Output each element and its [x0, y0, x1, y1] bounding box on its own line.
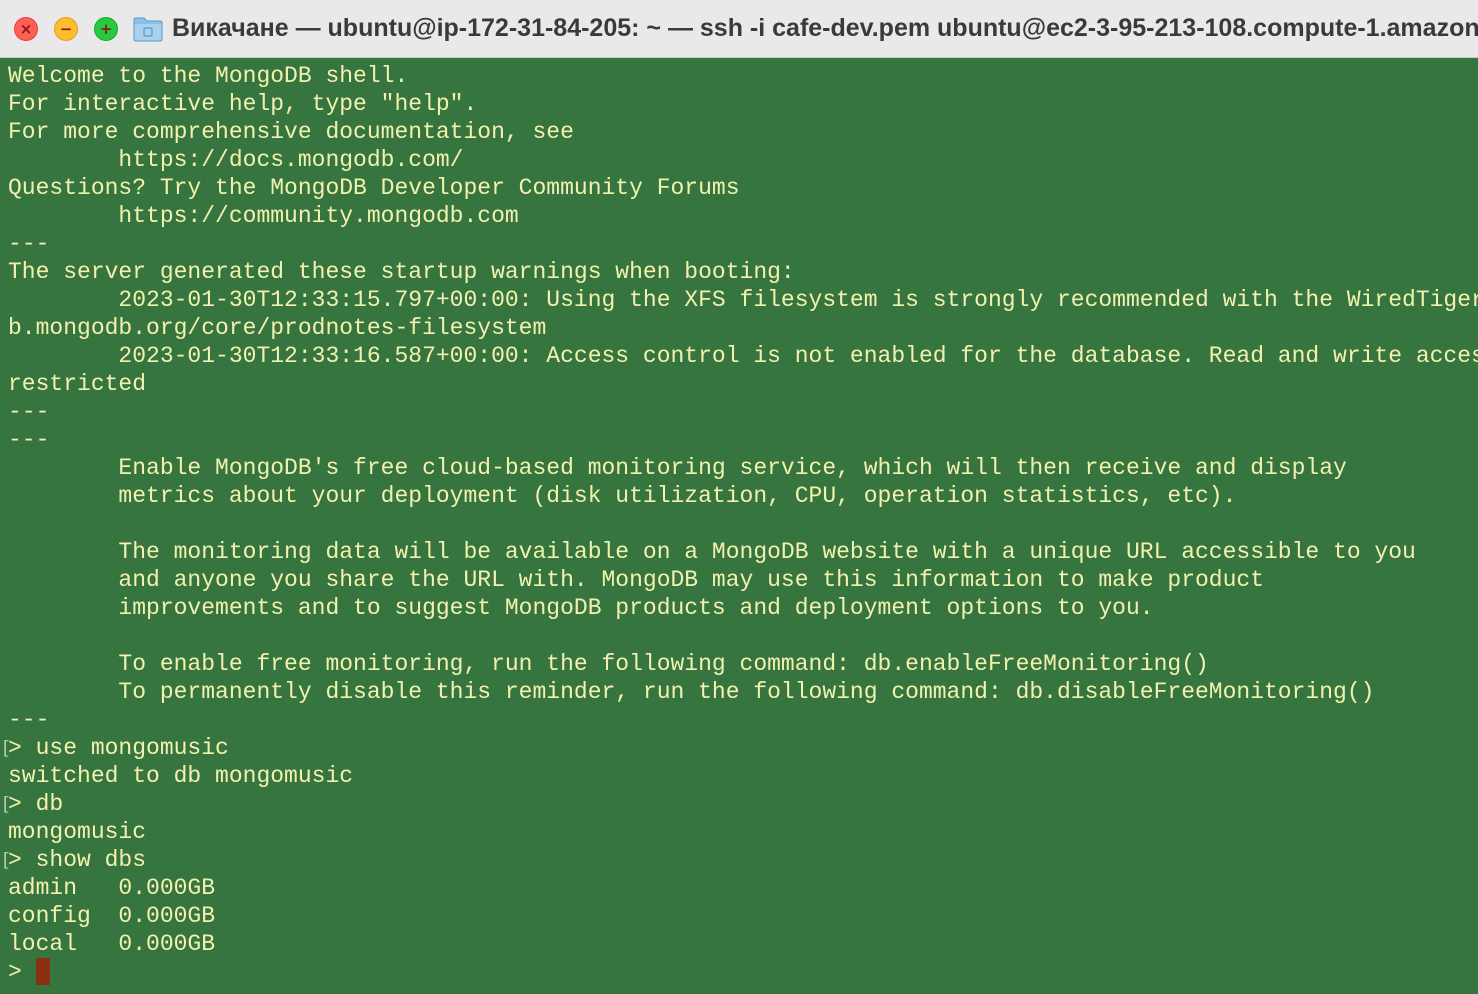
zoom-icon: + [99, 20, 113, 38]
terminal-line: The server generated these startup warni… [8, 259, 795, 285]
terminal-line: restricted [8, 371, 147, 397]
terminal-line: b.mongodb.org/core/prodnotes-filesystem [8, 315, 547, 341]
terminal-line: and anyone you share the URL with. Mongo… [8, 567, 1265, 593]
prompt-mark: [ [0, 793, 12, 815]
folder-icon [133, 17, 163, 42]
terminal-line: --- [8, 231, 50, 257]
terminal-line: --- [8, 427, 50, 453]
terminal-line: mongomusic [8, 819, 147, 845]
terminal-line: metrics about your deployment (disk util… [8, 483, 1237, 509]
terminal-line: --- [8, 707, 50, 733]
zoom-button[interactable]: + [94, 17, 118, 41]
terminal-window: × − + Викачане — ubuntu@ip-172-31-84-205… [0, 0, 1478, 994]
terminal-line: To enable free monitoring, run the follo… [8, 651, 1209, 677]
terminal-line: For interactive help, type "help". [8, 91, 478, 117]
terminal-line: --- [8, 399, 50, 425]
prompt-mark: [ [0, 849, 12, 871]
terminal-line: Questions? Try the MongoDB Developer Com… [8, 175, 740, 201]
terminal-line: https://docs.mongodb.com/ [8, 147, 464, 173]
terminal-line: To permanently disable this reminder, ru… [8, 679, 1375, 705]
text-cursor [36, 958, 50, 985]
terminal-line: config 0.000GB [8, 903, 216, 929]
close-button[interactable]: × [14, 17, 38, 41]
terminal-output[interactable]: Welcome to the MongoDB shell. For interac… [0, 59, 1478, 994]
terminal-line: Enable MongoDB's free cloud-based monito… [8, 455, 1347, 481]
terminal-line: Welcome to the MongoDB shell. [8, 63, 409, 89]
terminal-line: 2023-01-30T12:33:16.587+00:00: Access co… [118, 343, 1478, 369]
terminal-line: > [8, 959, 36, 985]
terminal-line: > show dbs [8, 847, 147, 873]
terminal-line: switched to db mongomusic [8, 763, 354, 789]
window-title: Викачане — ubuntu@ip-172-31-84-205: ~ — … [172, 14, 1478, 42]
terminal-line: The monitoring data will be available on… [8, 539, 1416, 565]
prompt-mark: [ [0, 737, 12, 759]
title-bar[interactable]: × − + Викачане — ubuntu@ip-172-31-84-205… [0, 0, 1478, 58]
terminal-line: > db [8, 791, 64, 817]
close-icon: × [19, 20, 33, 38]
terminal-line: improvements and to suggest MongoDB prod… [8, 595, 1154, 621]
terminal-line: admin 0.000GB [8, 875, 216, 901]
terminal-line: > use mongomusic [8, 735, 229, 761]
terminal-line: https://community.mongodb.com [8, 203, 519, 229]
minimize-button[interactable]: − [54, 17, 78, 41]
minimize-icon: − [59, 20, 73, 38]
terminal-line: For more comprehensive documentation, se… [8, 119, 574, 145]
terminal-line: local 0.000GB [8, 931, 216, 957]
terminal-line: 2023-01-30T12:33:15.797+00:00: Using the… [118, 287, 1478, 313]
